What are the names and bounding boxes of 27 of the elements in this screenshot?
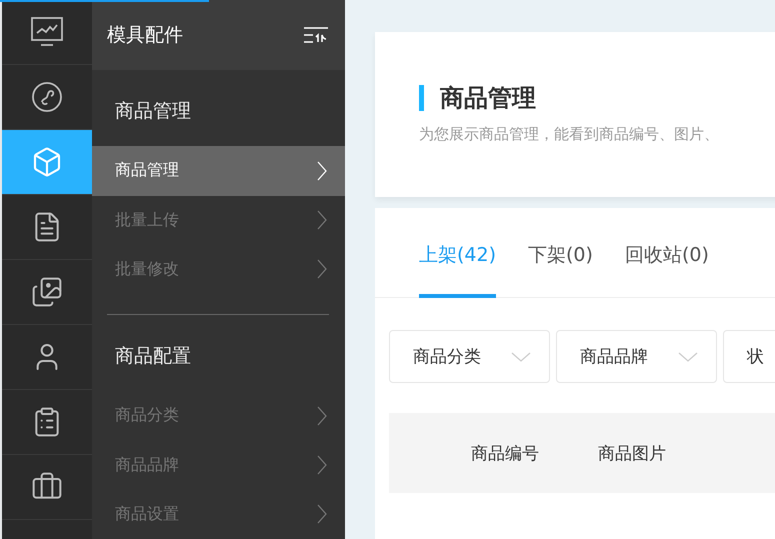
filter-dropdown[interactable]: 状: [723, 330, 775, 383]
tab[interactable]: 下架(0): [528, 242, 593, 298]
chevron-right-icon: [317, 160, 327, 181]
chevron-right-icon: [317, 455, 327, 476]
menu-group-title: 商品管理: [114, 99, 192, 124]
column-header: 商品图片: [598, 442, 666, 464]
menu-title: 模具配件: [107, 23, 183, 48]
chevron-down-icon: [678, 352, 698, 362]
chevron-right-icon: [317, 259, 327, 280]
chevron-right-icon: [317, 210, 327, 230]
filter-dropdown[interactable]: 商品分类: [389, 330, 550, 383]
images-icon: [31, 276, 63, 308]
page-title: 商品管理: [419, 85, 775, 111]
menu-group-title: 商品配置: [114, 344, 192, 369]
link-circle-icon: [31, 81, 63, 113]
column-header: 商品编号: [471, 442, 539, 464]
chevron-right-icon: [317, 504, 327, 524]
chevron-down-icon: [511, 352, 531, 362]
tab[interactable]: 回收站(0): [624, 242, 709, 298]
cube-icon: [31, 146, 63, 178]
collapse-menu-icon[interactable]: [303, 26, 329, 44]
tab[interactable]: 上架(42): [419, 242, 496, 298]
filter-dropdown[interactable]: 商品品牌: [556, 330, 717, 383]
monitor-chart-icon: [30, 16, 64, 48]
page-subtitle: 为您展示商品管理，能看到商品编号、图片、: [419, 125, 720, 144]
chevron-right-icon: [317, 406, 327, 426]
menu-item[interactable]: 商品管理: [92, 146, 345, 196]
